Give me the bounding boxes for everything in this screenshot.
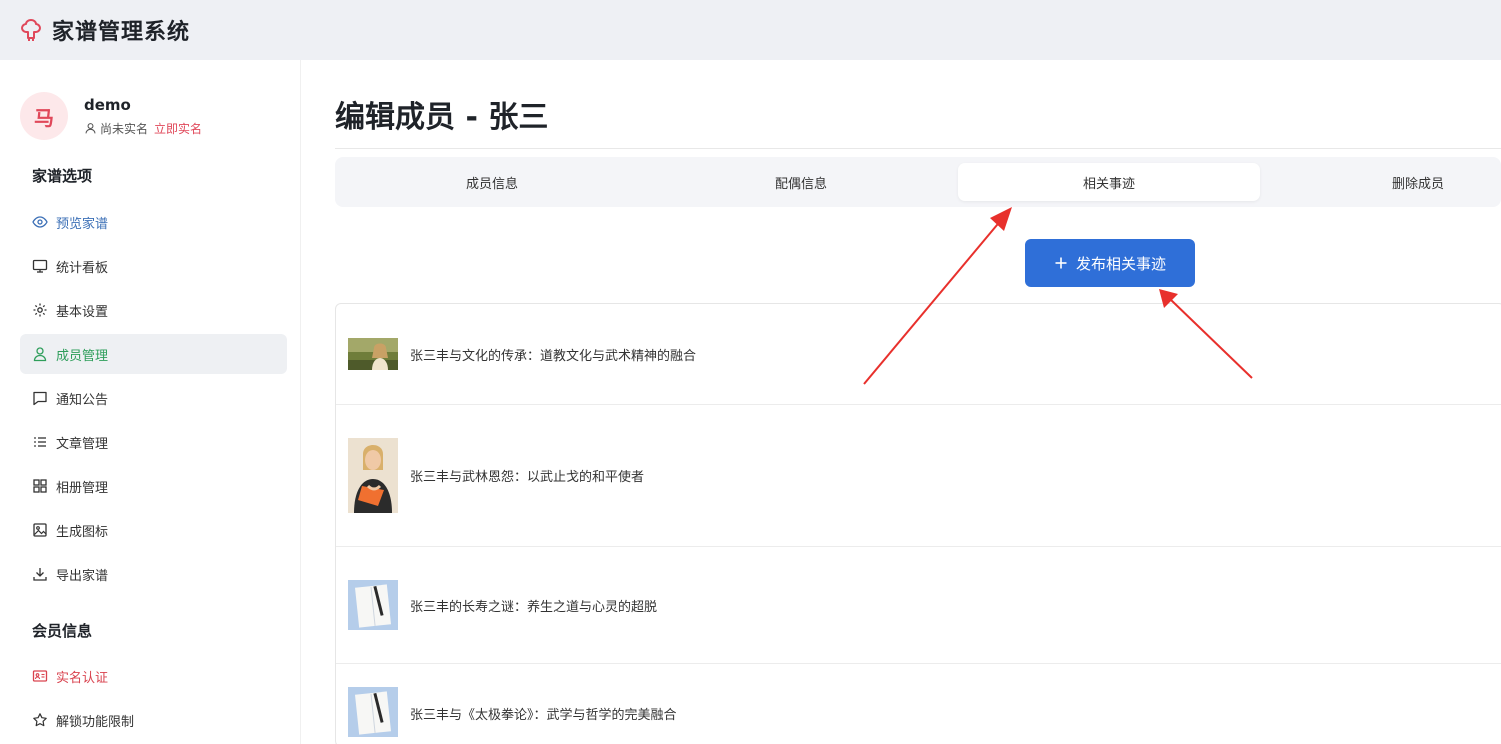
id-card-icon: [32, 670, 48, 682]
eye-icon: [32, 216, 48, 228]
title-divider: [335, 148, 1501, 149]
sidebar: 马 demo 尚未实名 立即实名 家谱选项 预览家谱 统计看板 基本设置 成员管…: [4, 60, 300, 744]
tab-member-info[interactable]: 成员信息: [341, 163, 643, 201]
user-icon: [33, 347, 47, 362]
publish-story-button[interactable]: 发布相关事迹: [1025, 239, 1195, 287]
sidebar-item-label: 统计看板: [56, 260, 109, 276]
username: demo: [84, 95, 131, 114]
story-title: 张三丰与武林恩怨：以武止戈的和平使者: [410, 470, 645, 485]
sidebar-item-label: 成员管理: [56, 348, 109, 364]
sidebar-item-real-name-auth[interactable]: 实名认证: [20, 656, 287, 696]
story-thumbnail[interactable]: [348, 338, 398, 370]
sidebar-item-notices[interactable]: 通知公告: [20, 378, 287, 418]
sidebar-item-settings[interactable]: 基本设置: [20, 290, 287, 330]
tab-bar: 成员信息 配偶信息 相关事迹 删除成员: [335, 157, 1501, 207]
sidebar-item-statistics[interactable]: 统计看板: [20, 246, 287, 286]
grid-icon: [33, 479, 47, 493]
sidebar-item-label: 实名认证: [56, 670, 109, 686]
sidebar-item-generate-icon[interactable]: 生成图标: [20, 510, 287, 550]
gear-icon: [33, 303, 47, 317]
sidebar-item-export[interactable]: 导出家谱: [20, 554, 287, 594]
story-thumbnail[interactable]: [348, 438, 398, 513]
list-icon: [34, 437, 46, 447]
top-bar: 家谱管理系统: [0, 0, 1501, 60]
tab-delete-member[interactable]: 删除成员: [1267, 163, 1501, 201]
sidebar-item-label: 解锁功能限制: [56, 714, 135, 730]
verify-status-text: 尚未实名: [100, 121, 149, 136]
story-row[interactable]: 张三丰的长寿之谜：养生之道与心灵的超脱: [336, 547, 1501, 664]
verify-now-link[interactable]: 立即实名: [154, 120, 202, 137]
sidebar-item-label: 预览家谱: [56, 216, 109, 232]
sidebar-divider: [300, 60, 301, 744]
sidebar-item-label: 相册管理: [56, 480, 109, 496]
tab-spouse-info[interactable]: 配偶信息: [650, 163, 952, 201]
user-card: 马 demo 尚未实名 立即实名: [20, 92, 202, 140]
section-title-genealogy-options: 家谱选项: [32, 167, 93, 185]
publish-story-label: 发布相关事迹: [1075, 254, 1166, 273]
sidebar-item-albums[interactable]: 相册管理: [20, 466, 287, 506]
sidebar-item-label: 通知公告: [56, 392, 109, 408]
story-row[interactable]: 张三丰与文化的传承：道教文化与武术精神的融合: [336, 304, 1501, 405]
sidebar-item-label: 导出家谱: [56, 568, 109, 584]
story-title: 张三丰与《太极拳论》：武学与哲学的完美融合: [410, 708, 677, 723]
verify-status-line: 尚未实名 立即实名: [84, 120, 202, 137]
section-title-member-info: 会员信息: [32, 622, 93, 640]
tab-related-stories[interactable]: 相关事迹: [958, 163, 1260, 201]
monitor-icon: [32, 259, 48, 273]
story-title: 张三丰的长寿之谜：养生之道与心灵的超脱: [410, 599, 658, 615]
sidebar-item-articles[interactable]: 文章管理: [20, 422, 287, 462]
story-row[interactable]: 张三丰与《太极拳论》：武学与哲学的完美融合: [336, 664, 1501, 744]
story-thumbnail[interactable]: [348, 687, 398, 737]
sidebar-item-label: 基本设置: [56, 304, 109, 320]
star-icon: [33, 713, 47, 727]
image-icon: [33, 523, 47, 537]
sidebar-item-members[interactable]: 成员管理: [20, 334, 287, 374]
app-title: 家谱管理系统: [52, 20, 191, 45]
story-list: 张三丰与文化的传承：道教文化与武术精神的融合 张三丰与武林恩怨：以武止戈的和平使…: [335, 303, 1501, 744]
story-title: 张三丰与文化的传承：道教文化与武术精神的融合: [410, 348, 697, 364]
story-thumbnail[interactable]: [348, 580, 398, 630]
sidebar-item-label: 生成图标: [56, 524, 109, 540]
plus-icon: [1055, 257, 1067, 269]
person-outline-icon: [85, 122, 96, 133]
message-icon: [33, 391, 47, 406]
sidebar-item-unlock-features[interactable]: 解锁功能限制: [20, 700, 287, 740]
avatar[interactable]: 马: [20, 92, 68, 140]
page-title: 编辑成员 - 张三: [335, 100, 549, 135]
sidebar-item-preview[interactable]: 预览家谱: [20, 202, 287, 242]
main-content: 编辑成员 - 张三 成员信息 配偶信息 相关事迹 删除成员 发布相关事迹 张三丰…: [335, 60, 1501, 744]
member-menu: 实名认证 解锁功能限制: [20, 656, 287, 744]
tree-logo-icon: [18, 17, 44, 43]
story-row[interactable]: 张三丰与武林恩怨：以武止戈的和平使者: [336, 405, 1501, 547]
sidebar-item-label: 文章管理: [56, 436, 109, 452]
genealogy-menu: 预览家谱 统计看板 基本设置 成员管理 通知公告 文章管理 相册管理 生成图标: [20, 202, 287, 598]
download-icon: [33, 568, 47, 581]
